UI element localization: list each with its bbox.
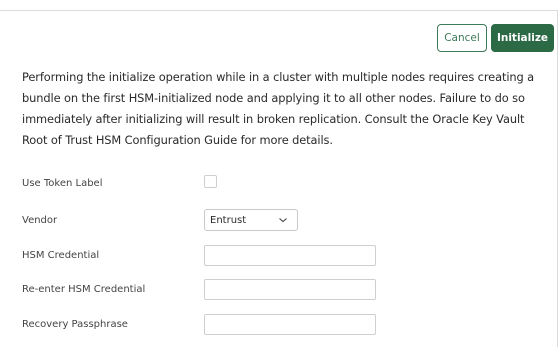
recovery-passphrase-field[interactable] bbox=[204, 314, 376, 335]
vendor-label: Vendor bbox=[22, 215, 58, 226]
vendor-select-value: Entrust bbox=[210, 214, 247, 226]
hsm-credential-field[interactable] bbox=[204, 245, 376, 266]
hsm-credential-label: HSM Credential bbox=[22, 250, 100, 261]
vendor-select[interactable]: Entrust bbox=[204, 209, 298, 231]
use-token-label-label: Use Token Label bbox=[22, 178, 103, 189]
cluster-warning-text: Performing the initialize operation whil… bbox=[22, 70, 535, 147]
initialize-button[interactable]: Initialize bbox=[491, 24, 554, 52]
use-token-label-checkbox[interactable] bbox=[204, 175, 217, 188]
recovery-passphrase-label: Recovery Passphrase bbox=[22, 319, 128, 330]
chevron-down-icon bbox=[279, 218, 287, 223]
reenter-hsm-credential-label: Re-enter HSM Credential bbox=[22, 284, 146, 295]
reenter-hsm-credential-field[interactable] bbox=[204, 279, 376, 300]
cancel-button[interactable]: Cancel bbox=[437, 24, 487, 52]
